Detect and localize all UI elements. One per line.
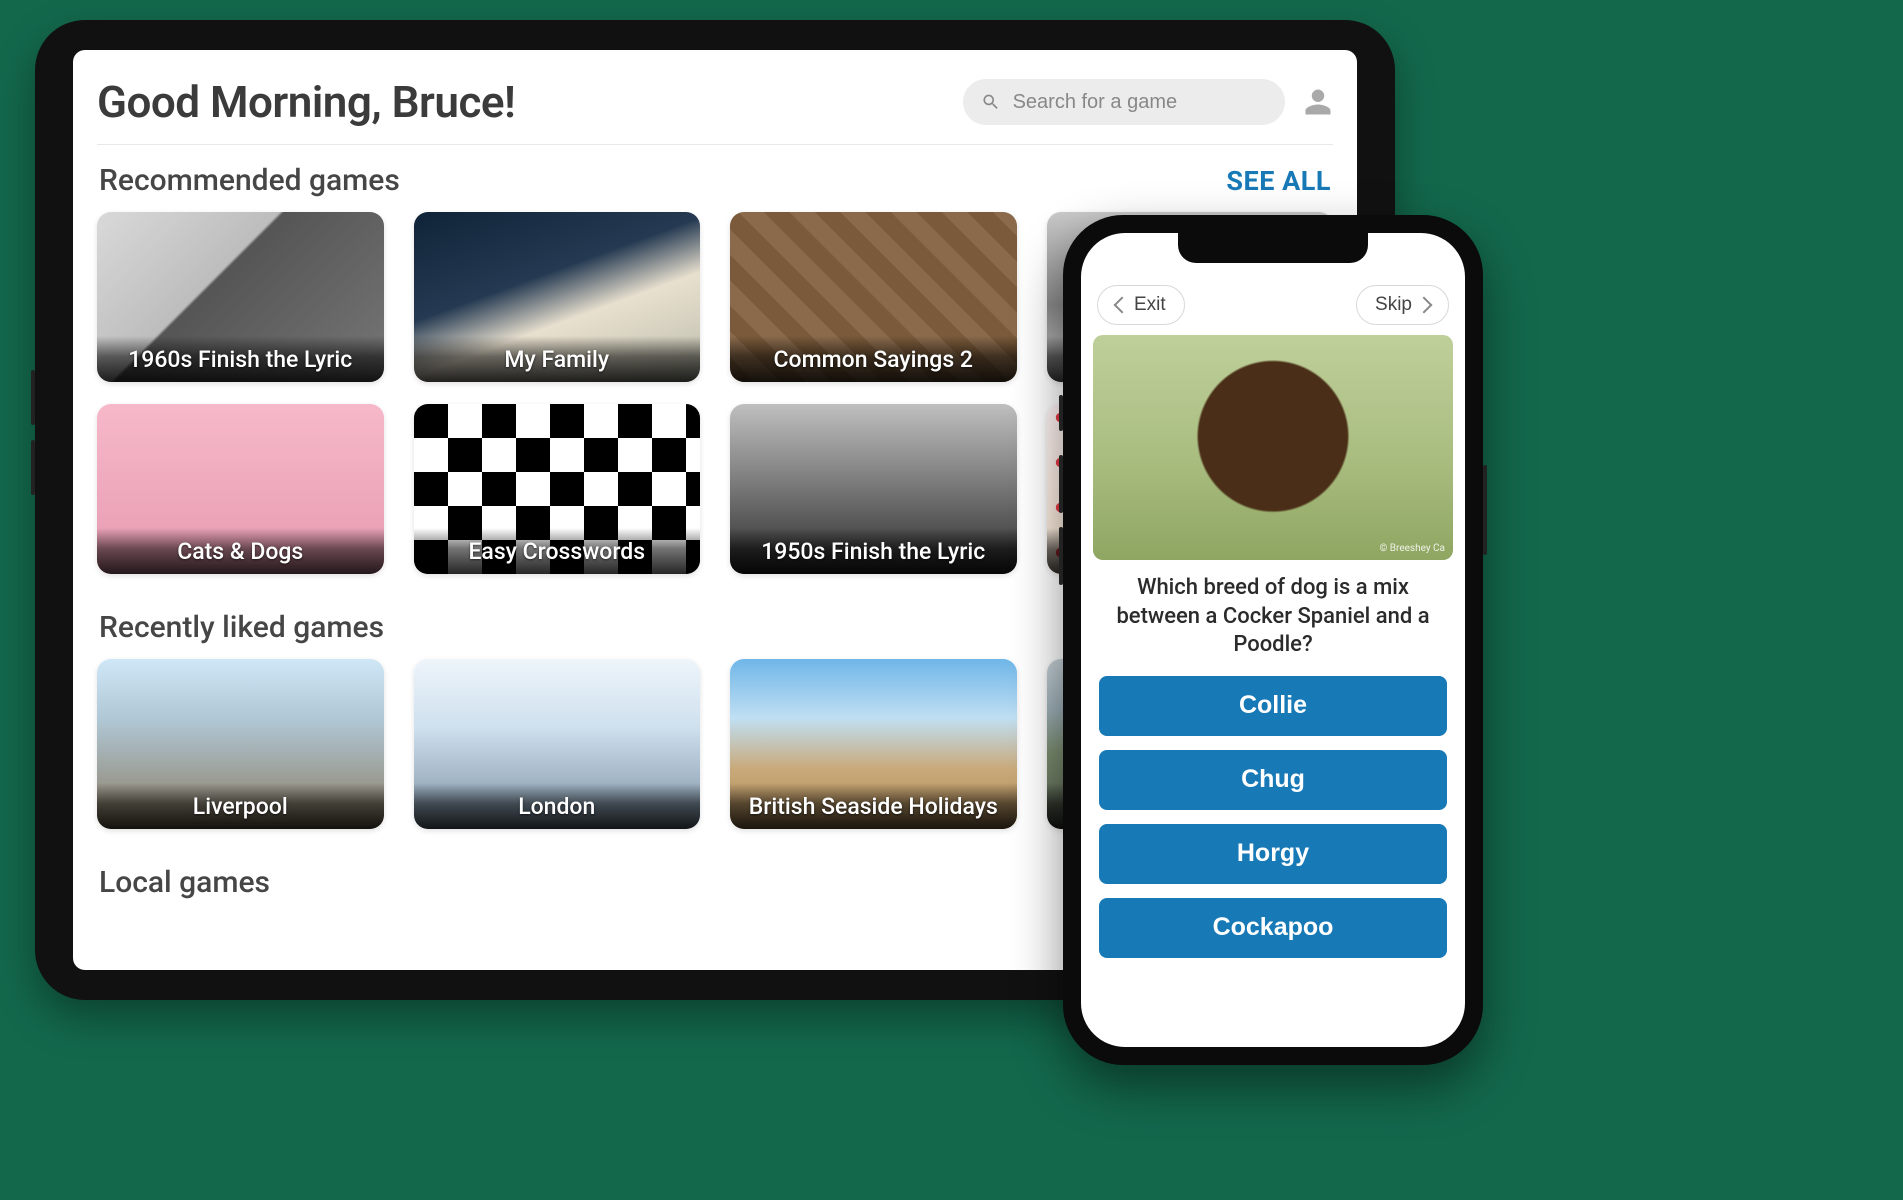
phone-power-button [1483,465,1487,555]
card-caption: Cats & Dogs [97,528,384,574]
greeting-title: Good Morning, Bruce! [97,76,515,128]
tablet-volume-up [31,370,35,425]
section-title: Recently liked games [99,610,384,645]
game-card[interactable]: 1960s Finish the Lyric [97,212,384,382]
profile-icon[interactable] [1303,87,1333,117]
game-card[interactable]: My Family [414,212,701,382]
app-header: Good Morning, Bruce! [97,68,1333,145]
answer-option[interactable]: Cockapoo [1099,898,1447,958]
search-input[interactable] [1013,91,1267,114]
answer-option[interactable]: Collie [1099,676,1447,736]
skip-button[interactable]: Skip [1356,285,1449,325]
phone-notch [1178,233,1368,263]
search-box[interactable] [963,79,1285,125]
chevron-left-icon [1114,297,1131,314]
card-caption: 1950s Finish the Lyric [730,528,1017,574]
card-caption: British Seaside Holidays [730,783,1017,829]
game-card[interactable]: Cats & Dogs [97,404,384,574]
phone-volume-up [1059,455,1063,513]
answer-option[interactable]: Horgy [1099,824,1447,884]
quiz-answers: Collie Chug Horgy Cockapoo [1093,676,1453,958]
quiz-image: © Breeshey Ca [1093,335,1453,560]
section-title: Recommended games [99,163,400,198]
card-caption: London [414,783,701,829]
game-card[interactable]: London [414,659,701,829]
exit-label: Exit [1134,294,1166,316]
header-right-group [963,79,1333,125]
section-head-recommended: Recommended games SEE ALL [97,163,1333,208]
game-card[interactable]: British Seaside Holidays [730,659,1017,829]
skip-label: Skip [1375,294,1412,316]
card-caption: Easy Crosswords [414,528,701,574]
game-card[interactable]: 1950s Finish the Lyric [730,404,1017,574]
game-card[interactable]: Liverpool [97,659,384,829]
see-all-link[interactable]: SEE ALL [1226,165,1331,197]
section-title: Local games [99,865,270,900]
search-icon [981,91,1001,113]
game-card[interactable]: Common Sayings 2 [730,212,1017,382]
quiz-top-buttons: Exit Skip [1093,285,1453,335]
phone-volume-down [1059,527,1063,585]
phone-screen: Exit Skip © Breeshey Ca Which breed of d… [1081,233,1465,1047]
phone-device-frame: Exit Skip © Breeshey Ca Which breed of d… [1063,215,1483,1065]
tablet-volume-down [31,440,35,495]
exit-button[interactable]: Exit [1097,285,1185,325]
game-card[interactable]: Easy Crosswords [414,404,701,574]
answer-option[interactable]: Chug [1099,750,1447,810]
image-credit: © Breeshey Ca [1379,543,1445,554]
chevron-right-icon [1416,297,1433,314]
card-caption: Liverpool [97,783,384,829]
quiz-question: Which breed of dog is a mix between a Co… [1093,560,1453,676]
card-caption: Common Sayings 2 [730,336,1017,382]
phone-mute-switch [1059,395,1063,431]
card-caption: My Family [414,336,701,382]
card-caption: 1960s Finish the Lyric [97,336,384,382]
